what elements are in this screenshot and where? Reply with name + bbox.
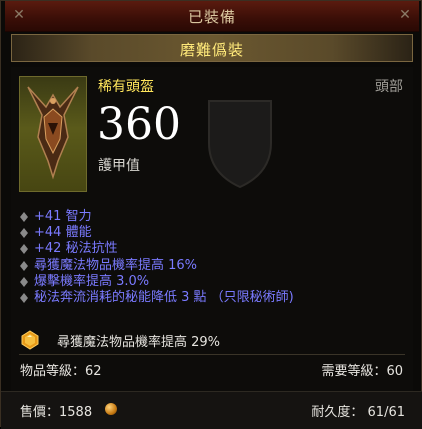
armor-value: 360: [97, 99, 181, 150]
affix-item: +44 體能: [20, 225, 294, 241]
item-name: 磨難僞裝: [179, 41, 244, 59]
required-level: 需要等級：60: [321, 364, 403, 379]
item-slot: 頭部: [375, 79, 403, 95]
affix-item: +42 秘法抗性: [20, 241, 294, 257]
equipped-label: 已裝備: [187, 8, 236, 26]
topaz-gem-icon: [21, 330, 39, 350]
diamond-bullet-icon: [20, 292, 28, 303]
affix-list: +41 智力 +44 體能 +42 秘法抗性 尋獲魔法物品機率提高 16% 爆擊…: [20, 209, 294, 306]
sell-price: 售價：1588: [20, 405, 93, 420]
diamond-bullet-icon: [20, 228, 28, 239]
affix-item: 秘法奔流消耗的秘能降低 3 點 （只限秘術師): [20, 290, 294, 306]
footer-bar: 售價：1588 耐久度： 61/61: [1, 391, 422, 429]
affix-item: 爆擊機率提高 3.0%: [20, 274, 294, 290]
equipped-header: ✕ 已裝備 ✕: [5, 1, 419, 32]
armor-label: 護甲值: [98, 158, 140, 174]
diamond-bullet-icon: [20, 276, 28, 287]
socket-bonus: 尋獲魔法物品機率提高 29%: [57, 335, 221, 350]
armor-shield-icon: [208, 100, 272, 189]
divider: [19, 354, 405, 355]
diamond-bullet-icon: [20, 244, 28, 255]
corner-ornament-right-icon: ✕: [399, 7, 411, 23]
helm-icon: [19, 76, 87, 192]
item-level: 物品等級：62: [20, 364, 102, 379]
gold-coin-icon: [105, 403, 117, 415]
item-rarity-type: 稀有頭盔: [98, 79, 154, 95]
affix-item: 尋獲魔法物品機率提高 16%: [20, 258, 294, 274]
item-name-banner: 磨難僞裝: [11, 34, 413, 62]
item-tooltip: ✕ 已裝備 ✕ 磨難僞裝 稀有頭盔 頭部 360 護甲值 +41 智力 +44 …: [0, 0, 422, 429]
durability: 耐久度： 61/61: [311, 405, 405, 420]
diamond-bullet-icon: [20, 260, 28, 271]
affix-item: +41 智力: [20, 209, 294, 225]
diamond-bullet-icon: [20, 212, 28, 222]
